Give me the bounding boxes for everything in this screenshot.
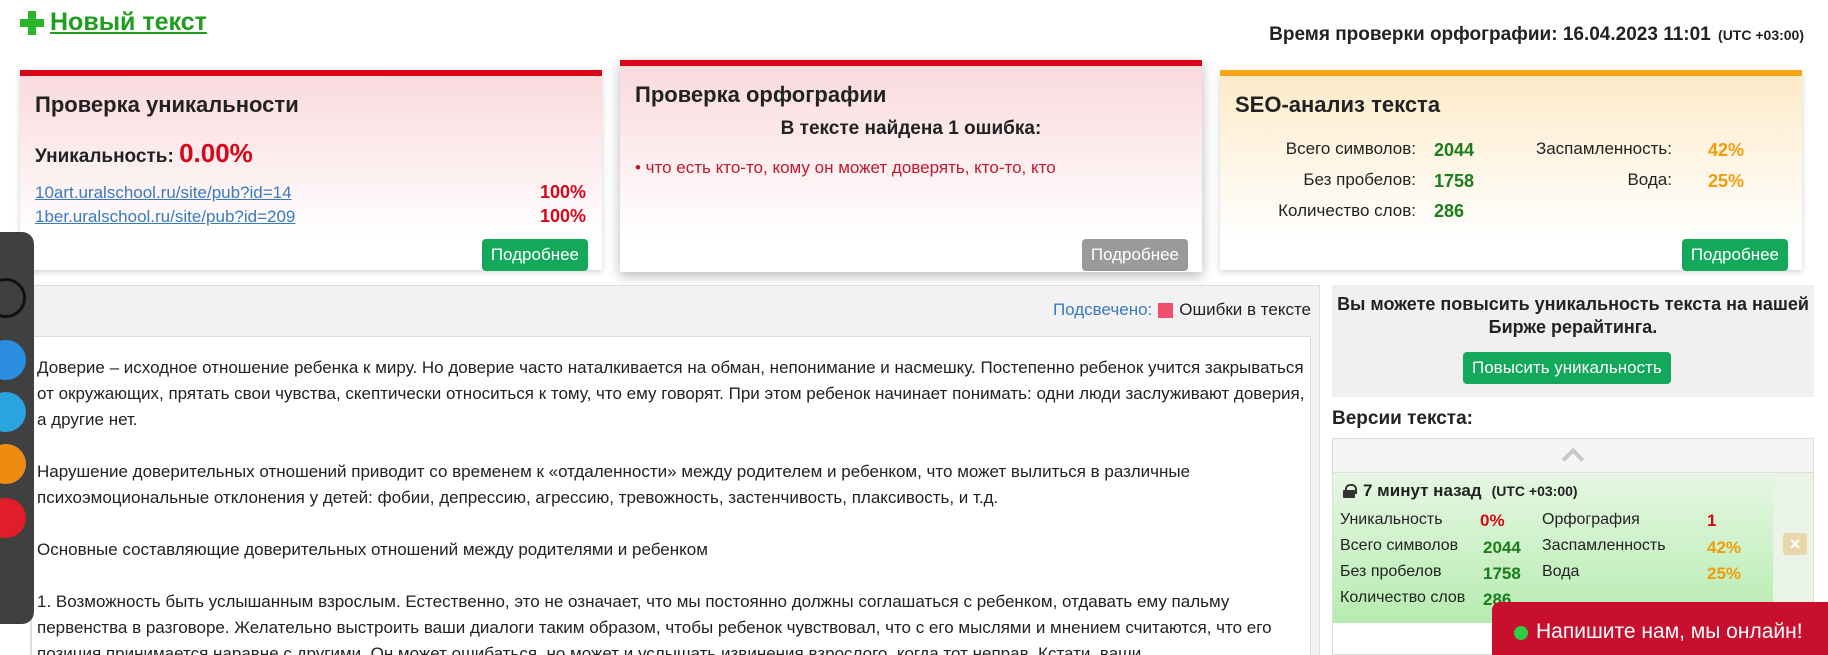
version-header: 7 минут назад (UTC +03:00)	[1343, 481, 1578, 501]
uniqueness-more-button[interactable]: Подробнее	[481, 239, 588, 271]
source-link[interactable]: 10art.uralschool.ru/site/pub?id=14	[35, 183, 292, 203]
share-bar	[0, 232, 34, 624]
share-telegram-icon[interactable]	[0, 392, 26, 432]
new-text-link-group[interactable]: Новый текст	[18, 8, 207, 37]
text-paragraph: 1. Возможность быть услышанным взрослым.…	[37, 592, 1272, 655]
promo-text: Вы можете повысить уникальность текста н…	[1337, 294, 1809, 337]
page: Новый текст Время проверки орфографии: 1…	[0, 0, 1828, 655]
spam-value: 42%	[1708, 140, 1745, 160]
spelling-title: Проверка орфографии	[635, 82, 887, 107]
source-match-percent: 100%	[539, 182, 586, 202]
text-body[interactable]: Доверие – исходное отношение ребенка к м…	[31, 336, 1311, 655]
spelling-found-count: В тексте найдена 1 ошибка:	[780, 118, 1042, 139]
version-spam-value: 42%	[1707, 538, 1742, 557]
lock-icon	[1343, 484, 1357, 498]
version-words-label: Количество слов	[1340, 589, 1466, 606]
spell-check-timezone: (UTC +03:00)	[1718, 27, 1804, 43]
highlight-label[interactable]: Подсвечено:	[1053, 300, 1152, 320]
share-odnoklassniki-icon[interactable]	[0, 444, 26, 484]
text-paragraph: Доверие – исходное отношение ребенка к м…	[37, 358, 1305, 429]
version-time: 7 минут назад	[1363, 481, 1482, 500]
version-nospace-value: 1758	[1483, 564, 1521, 583]
text-paragraph: Нарушение доверительных отношений привод…	[37, 462, 1191, 507]
plus-icon[interactable]	[18, 9, 46, 37]
uniqueness-label: Уникальность:	[35, 146, 174, 167]
version-uniq-label: Уникальность	[1340, 511, 1443, 528]
version-total-label: Всего символов	[1340, 537, 1459, 554]
chevron-up-icon[interactable]	[1561, 447, 1585, 471]
no-spaces-value: 1758	[1434, 171, 1475, 191]
total-chars-value: 2044	[1434, 140, 1475, 160]
no-spaces-label: Без пробелов:	[1303, 170, 1416, 189]
total-chars-label: Всего символов:	[1285, 139, 1416, 158]
uniqueness-summary: Уникальность: 0.00%	[35, 138, 253, 169]
source-match-percent: 100%	[539, 206, 586, 226]
version-item[interactable]: 7 минут назад (UTC +03:00) Уникальность …	[1333, 473, 1773, 623]
online-status-icon	[1514, 626, 1528, 640]
version-timezone: (UTC +03:00)	[1491, 483, 1578, 499]
text-paragraph: Основные составляющие доверительных отно…	[37, 540, 708, 559]
uniqueness-card: Проверка уникальности Уникальность: 0.00…	[20, 70, 602, 271]
version-nospace-label: Без пробелов	[1340, 563, 1442, 580]
version-actions: ×	[1773, 473, 1813, 623]
versions-title: Версии текста:	[1332, 408, 1473, 429]
water-value: 25%	[1708, 171, 1745, 191]
spelling-more-button[interactable]: Подробнее	[1081, 239, 1188, 271]
words-label: Количество слов:	[1278, 201, 1416, 220]
version-water-label: Вода	[1542, 563, 1580, 580]
versions-scroll-up[interactable]	[1333, 439, 1813, 473]
version-spell-value: 1	[1707, 511, 1717, 530]
share-youtube-icon[interactable]	[0, 498, 26, 538]
spelling-error-item[interactable]: • что есть кто-то, кому он может доверят…	[635, 158, 1056, 178]
version-spell-label: Орфография	[1542, 511, 1640, 528]
delete-version-icon[interactable]: ×	[1783, 533, 1807, 555]
promo-box: Вы можете повысить уникальность текста н…	[1332, 285, 1814, 397]
seo-title: SEO-анализ текста	[1235, 92, 1441, 117]
new-text-link[interactable]: Новый текст	[50, 8, 207, 37]
chat-label: Напишите нам, мы онлайн!	[1536, 620, 1803, 643]
uniqueness-value: 0.00%	[179, 138, 253, 168]
words-value: 286	[1434, 201, 1465, 221]
version-total-value: 2044	[1483, 538, 1521, 557]
seo-more-button[interactable]: Подробнее	[1681, 239, 1788, 271]
error-swatch-icon	[1158, 302, 1174, 318]
text-editor-panel: Подсвечено: Ошибки в тексте Доверие – ис…	[30, 285, 1320, 655]
spam-label: Заспамленность:	[1535, 139, 1672, 158]
uniqueness-title: Проверка уникальности	[35, 92, 299, 117]
online-chat-button[interactable]: Напишите нам, мы онлайн!	[1492, 602, 1828, 655]
share-vk-icon[interactable]	[0, 340, 26, 380]
spell-check-time-label: Время проверки орфографии: 16.04.2023 11…	[1269, 24, 1711, 45]
version-uniq-value: 0%	[1480, 511, 1505, 530]
water-label: Вода:	[1627, 170, 1672, 189]
version-spam-label: Заспамленность	[1542, 537, 1666, 554]
source-link[interactable]: 1ber.uralschool.ru/site/pub?id=209	[35, 207, 295, 227]
highlight-item: Ошибки в тексте	[1179, 300, 1311, 319]
seo-card: SEO-анализ текста Всего символов: 2044 Б…	[1220, 70, 1802, 271]
spelling-card: Проверка орфографии В тексте найдена 1 о…	[620, 60, 1202, 272]
spell-check-time: Время проверки орфографии: 16.04.2023 11…	[1269, 24, 1804, 46]
share-more-icon[interactable]	[0, 278, 26, 318]
boost-uniqueness-button[interactable]: Повысить уникальность	[1463, 352, 1671, 384]
version-water-value: 25%	[1707, 564, 1742, 583]
highlight-legend: Подсвечено: Ошибки в тексте	[1053, 300, 1311, 320]
